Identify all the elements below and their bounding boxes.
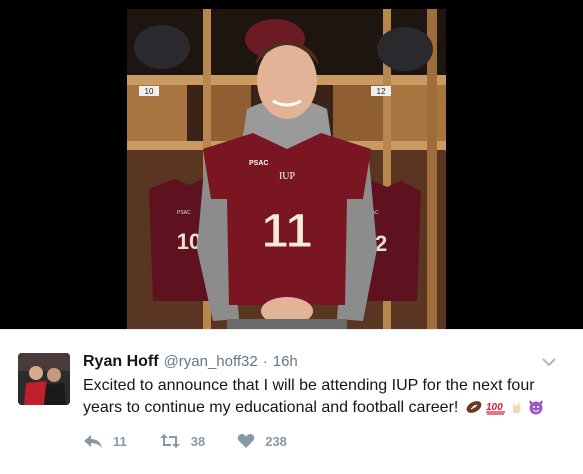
locker-right-number: 12 <box>377 87 386 96</box>
separator: · <box>262 353 268 370</box>
like-count: 238 <box>265 433 287 449</box>
retweet-count: 38 <box>190 433 206 449</box>
tweet-actions: 11 38 238 <box>83 431 319 451</box>
photo-illustration: 10 12 PSAC 10 PSAC 12 PSAC <box>127 9 446 329</box>
timestamp[interactable]: 16h <box>273 353 298 370</box>
tweet-photo[interactable]: 10 12 PSAC 10 PSAC 12 PSAC <box>127 9 446 329</box>
hanging-left-label: PSAC <box>177 210 191 216</box>
locker-left-number: 10 <box>145 87 154 96</box>
media-container: 10 12 PSAC 10 PSAC 12 PSAC <box>0 0 583 329</box>
jersey-iup-text: IUP <box>279 171 296 182</box>
heart-icon <box>237 434 255 448</box>
tweet-text-block: Excited to announce that I will be atten… <box>83 375 568 422</box>
tweet-card: Ryan Hoff @ryan_hoff32 · 16h Excited to … <box>0 329 583 474</box>
jersey-number: 11 <box>262 205 313 258</box>
display-name[interactable]: Ryan Hoff <box>83 353 159 371</box>
avatar-image <box>18 353 70 405</box>
smiling-devil-icon <box>527 399 545 422</box>
avatar[interactable] <box>18 353 70 405</box>
like-button[interactable]: 238 <box>237 433 287 449</box>
hundred-points-icon: 100 <box>485 399 507 422</box>
football-icon <box>465 399 483 422</box>
tweet-header: Ryan Hoff @ryan_hoff32 · 16h <box>83 353 298 371</box>
chevron-down-icon[interactable] <box>541 355 557 367</box>
jersey-psac-text: PSAC <box>249 160 268 167</box>
reply-button[interactable]: 11 <box>83 433 127 449</box>
username[interactable]: @ryan_hoff32 <box>164 353 258 370</box>
rock-on-hand-icon <box>509 399 525 422</box>
svg-text:100: 100 <box>486 402 503 413</box>
retweet-icon <box>159 434 180 448</box>
retweet-button[interactable]: 38 <box>159 433 205 449</box>
reply-count: 11 <box>113 433 127 449</box>
reply-icon <box>84 435 102 448</box>
